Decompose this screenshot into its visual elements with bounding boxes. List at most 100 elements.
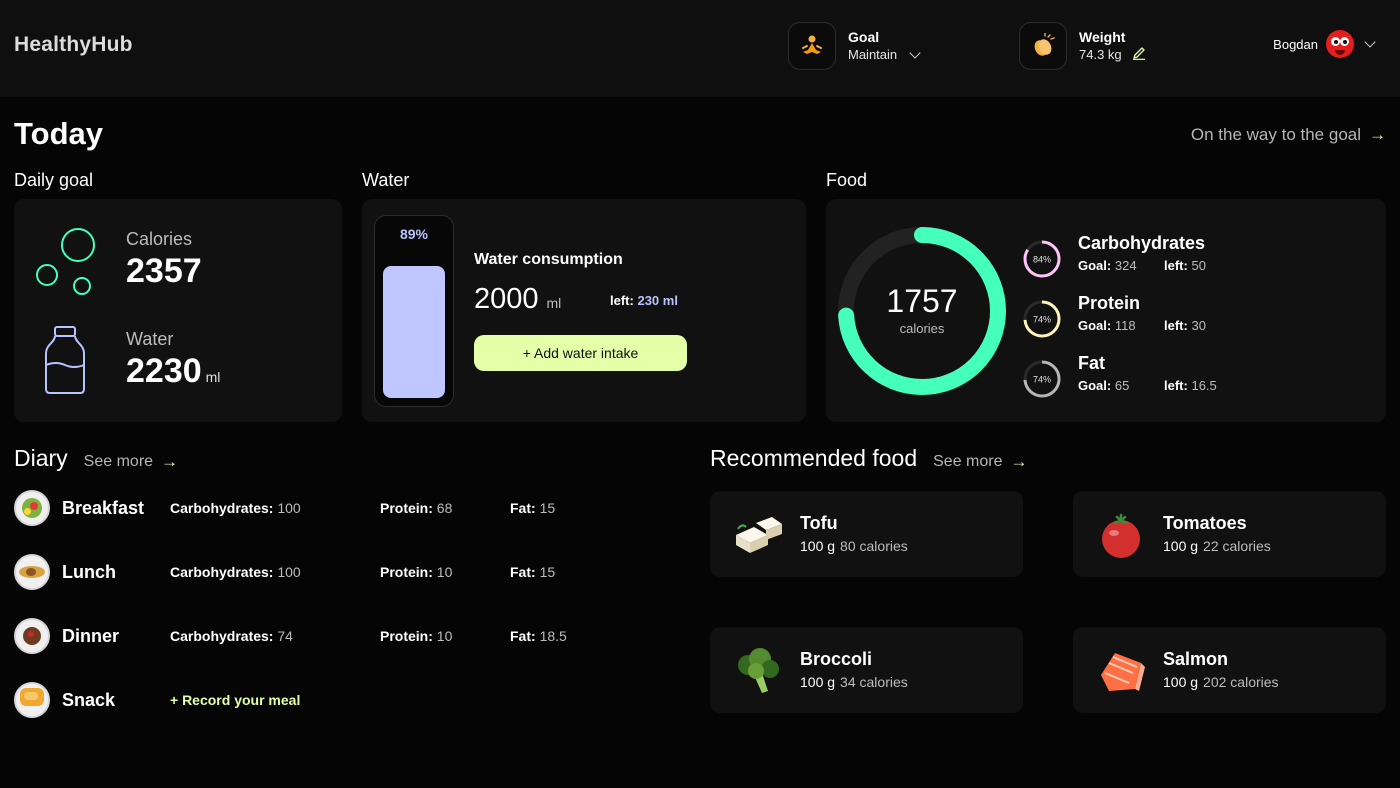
user-name: Bogdan [1273, 36, 1318, 52]
food-heading: Food [826, 170, 868, 190]
food-name: Broccoli [800, 649, 873, 669]
fat-value: 15 [539, 500, 556, 516]
water-percent: 89% [399, 226, 429, 242]
chevron-down-icon[interactable] [1364, 36, 1376, 48]
protein-value: 10 [436, 628, 453, 644]
add-water-button[interactable]: + Add water intake [474, 335, 687, 371]
user-menu[interactable]: Bogdan [1273, 30, 1376, 58]
diary-row-snack[interactable]: Snack + Record your meal [14, 682, 694, 718]
macro-goal: 118 [1114, 318, 1136, 333]
macro-fat: 74% Fat Goal: 65 left: 16.5 [1022, 353, 1217, 399]
recommended-item-tofu[interactable]: Tofu 100 g 80 calories [710, 491, 1023, 577]
food-name: Tomatoes [1163, 513, 1247, 533]
food-amount: 100 g [800, 538, 836, 554]
food-amount: 100 g [1163, 538, 1199, 554]
protein-ring: 74% [1023, 300, 1061, 338]
diary-row-dinner[interactable]: Dinner Carbohydrates: 74 Protein: 10 Fat… [14, 618, 694, 654]
macro-goal: 65 [1114, 378, 1130, 393]
left-label: left: [1164, 318, 1188, 333]
avatar [1326, 30, 1354, 58]
weight-label: Weight [1079, 29, 1126, 45]
protein-percent: 74% [1033, 315, 1051, 325]
water-heading: Water [362, 170, 410, 190]
steak-plate-icon [14, 618, 50, 654]
food-card: 1757 calories 84% Carbohydrates Goal: 32… [826, 199, 1386, 422]
carb-value: 74 [277, 628, 293, 644]
page-title: Today [14, 116, 103, 151]
protein-value: 10 [436, 564, 453, 580]
daily-goal-heading: Daily goal [14, 170, 94, 190]
calories-label: Calories [126, 229, 193, 249]
water-fill-bar [383, 266, 445, 398]
edit-pencil-icon[interactable] [1132, 46, 1146, 64]
water-glass-gauge: 89% [374, 215, 454, 407]
protein-value: 68 [436, 500, 453, 516]
arrow-right-icon: → [1010, 452, 1028, 471]
meal-name: Dinner [62, 625, 120, 646]
meal-name: Snack [62, 689, 116, 710]
diary-row-breakfast[interactable]: Breakfast Carbohydrates: 100 Protein: 68… [14, 490, 694, 526]
recommended-item-broccoli[interactable]: Broccoli 100 g 34 calories [710, 627, 1023, 713]
chevron-down-icon[interactable] [909, 47, 921, 59]
water-left: left: 230 ml [610, 293, 678, 308]
meal-name: Lunch [62, 561, 116, 582]
snack-icon [14, 682, 50, 718]
goal-progress-link[interactable]: On the way to the goal → [1191, 125, 1386, 145]
fat-ring: 74% [1023, 360, 1061, 398]
left-label: left: [1164, 378, 1188, 393]
carbohydrates-percent: 84% [1033, 255, 1051, 265]
meditation-icon [788, 22, 836, 70]
macro-carbohydrates: 84% Carbohydrates Goal: 324 left: 50 [1022, 233, 1206, 279]
food-calories: 202 calories [1203, 674, 1279, 690]
carb-label: Carbohydrates: [170, 628, 274, 644]
food-amount: 100 g [1163, 674, 1199, 690]
goal-label: Goal: [1078, 318, 1112, 333]
food-calories: 80 calories [840, 538, 908, 554]
fat-percent: 74% [1033, 375, 1051, 385]
goal-label: Goal: [1078, 258, 1112, 273]
goal-selector[interactable]: Goal Maintain [788, 22, 921, 70]
diary-see-more-link[interactable]: See more → [84, 452, 178, 472]
protein-label: Protein: [380, 564, 433, 580]
recommended-item-tomatoes[interactable]: Tomatoes 100 g 22 calories [1073, 491, 1386, 577]
macro-left: 50 [1191, 258, 1206, 273]
daily-goal-card: Calories 2357 Water 2230 ml [14, 199, 342, 422]
calories-value: 2357 [126, 252, 202, 290]
fish-plate-icon [14, 554, 50, 590]
goal-label: Goal [848, 29, 880, 45]
goal-value: Maintain [848, 47, 898, 62]
carb-label: Carbohydrates: [170, 564, 274, 580]
recommended-title: Recommended food [710, 445, 918, 471]
bubbles-icon [36, 228, 95, 295]
recommended-see-more-link[interactable]: See more → [933, 452, 1027, 472]
salad-icon [14, 490, 50, 526]
food-name: Salmon [1163, 649, 1229, 669]
fat-label: Fat: [510, 564, 536, 580]
diary-row-lunch[interactable]: Lunch Carbohydrates: 100 Protein: 10 Fat… [14, 554, 694, 590]
broccoli-icon [738, 648, 779, 693]
tomato-icon [1102, 513, 1140, 558]
water-goal-label: Water [126, 329, 174, 349]
water-goal-value: 2230 [126, 352, 202, 390]
goal-label: Goal: [1078, 378, 1112, 393]
record-meal-link[interactable]: + Record your meal [170, 692, 300, 708]
clapping-hands-icon [1019, 22, 1067, 70]
weight-block: Weight 74.3 kg [1019, 22, 1146, 70]
diary-title: Diary [14, 445, 68, 471]
recommended-item-salmon[interactable]: Salmon 100 g 202 calories [1073, 627, 1386, 713]
app-logo[interactable]: HealthyHub [14, 33, 133, 57]
diary-header: Diary See more → [14, 445, 178, 472]
carb-value: 100 [277, 500, 301, 516]
water-amount: 2000 [474, 283, 539, 315]
calories-consumed: 1757 [886, 283, 958, 319]
fat-label: Fat: [510, 500, 536, 516]
fat-value: 15 [539, 564, 556, 580]
carbohydrates-ring: 84% [1023, 240, 1061, 278]
protein-label: Protein: [380, 500, 433, 516]
arrow-right-icon: → [161, 452, 179, 471]
weight-value: 74.3 kg [1079, 47, 1122, 62]
macro-name: Protein [1078, 293, 1141, 313]
food-calories: 34 calories [840, 674, 908, 690]
meal-name: Breakfast [62, 497, 145, 518]
protein-label: Protein: [380, 628, 433, 644]
